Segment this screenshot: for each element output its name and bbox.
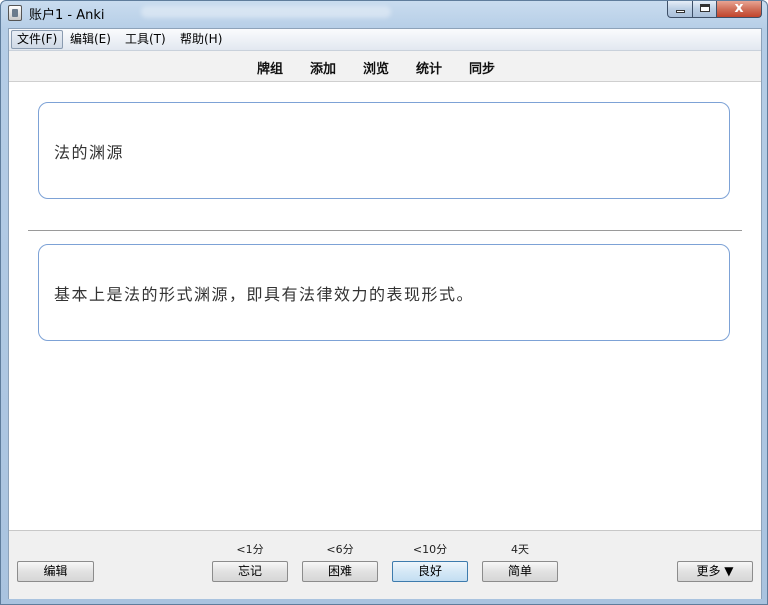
anki-app-icon <box>8 5 22 21</box>
maximize-icon[interactable] <box>693 1 717 18</box>
card-back-box: 基本上是法的形式渊源，即具有法律效力的表现形式。 <box>38 244 730 341</box>
interval-hard: <6分 <box>326 543 354 556</box>
window-frame: 账户1 - Anki x 文件(F) 编辑(E) 工具(T) 帮助(H) 牌组 … <box>0 0 768 605</box>
menu-edit[interactable]: 编辑(E) <box>65 31 116 48</box>
card-front-box: 法的渊源 <box>38 102 730 199</box>
window-title: 账户1 - Anki <box>29 8 105 23</box>
interval-good: <10分 <box>412 543 448 556</box>
close-glyph: x <box>734 0 744 16</box>
menu-file[interactable]: 文件(F) <box>11 30 64 49</box>
menu-tools[interactable]: 工具(T) <box>120 31 171 48</box>
answer-bar: 编辑 <1分 忘记 <6分 困难 <10分 良好 4天 简单 更多 ▼ <box>9 530 761 599</box>
close-icon[interactable]: x <box>717 0 762 18</box>
interval-easy: 4天 <box>511 543 529 556</box>
answer-divider <box>28 230 742 231</box>
card-review-area: 法的渊源 基本上是法的形式渊源，即具有法律效力的表现形式。 <box>9 82 761 530</box>
title-bar[interactable]: 账户1 - Anki x <box>1 0 767 25</box>
minimize-icon[interactable] <box>667 1 693 18</box>
good-button[interactable]: 良好 <box>392 561 468 582</box>
card-back-text: 基本上是法的形式渊源，即具有法律效力的表现形式。 <box>54 284 475 304</box>
more-button[interactable]: 更多 ▼ <box>677 561 753 582</box>
interval-again: <1分 <box>236 543 264 556</box>
menu-bar: 文件(F) 编辑(E) 工具(T) 帮助(H) <box>9 29 761 51</box>
easy-button[interactable]: 简单 <box>482 561 558 582</box>
toolbar-add-link[interactable]: 添加 <box>310 58 336 77</box>
toolbar-decks-link[interactable]: 牌组 <box>257 58 283 77</box>
menu-help[interactable]: 帮助(H) <box>175 31 227 48</box>
toolbar-sync-link[interactable]: 同步 <box>469 58 495 77</box>
top-toolbar: 牌组 添加 浏览 统计 同步 <box>9 51 761 82</box>
client-area: 文件(F) 编辑(E) 工具(T) 帮助(H) 牌组 添加 浏览 统计 同步 法… <box>8 28 762 599</box>
edit-button[interactable]: 编辑 <box>17 561 94 582</box>
card-front-text: 法的渊源 <box>54 142 125 162</box>
hard-button[interactable]: 困难 <box>302 561 378 582</box>
toolbar-browse-link[interactable]: 浏览 <box>363 58 389 77</box>
again-button[interactable]: 忘记 <box>212 561 288 582</box>
toolbar-stats-link[interactable]: 统计 <box>416 58 442 77</box>
title-bar-blur <box>141 6 391 18</box>
window-controls: x <box>667 0 762 19</box>
